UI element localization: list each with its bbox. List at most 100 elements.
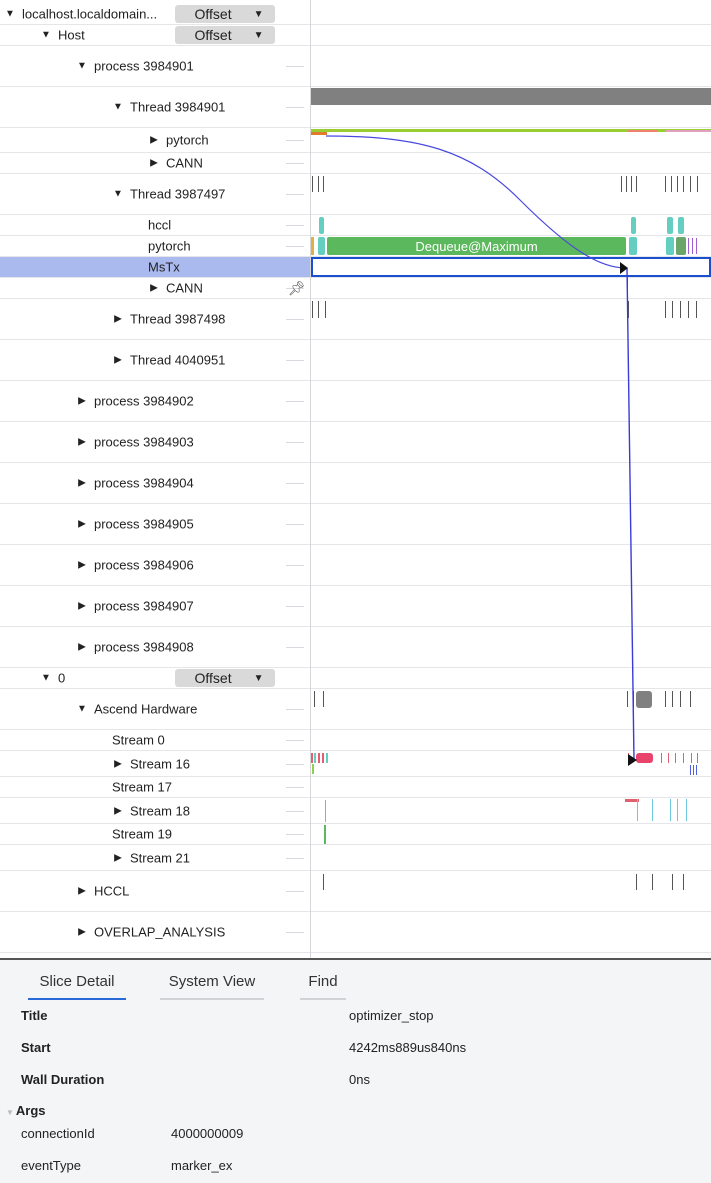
track-row[interactable]: ▶ OVERLAP_ANALYSIS: [0, 912, 711, 953]
offset-dropdown[interactable]: Offset ▼: [175, 669, 275, 687]
event-tick[interactable]: [677, 799, 678, 821]
event-tick[interactable]: [323, 176, 324, 192]
triangle-right-icon[interactable]: ▶: [76, 478, 88, 489]
track-lane[interactable]: Dequeue@Maximum: [311, 236, 711, 256]
hardware-slice[interactable]: [636, 691, 652, 708]
event-tick[interactable]: [318, 301, 319, 318]
tab-find[interactable]: Find: [300, 968, 346, 1000]
track-row[interactable]: ▶ Stream 16: [0, 751, 711, 777]
panel-divider[interactable]: [310, 0, 311, 958]
args-heading[interactable]: ▼ Args: [6, 1103, 46, 1118]
track-row[interactable]: ▼ Host Offset ▼: [0, 25, 711, 46]
track-row[interactable]: ▶ process 3984902: [0, 381, 711, 422]
track-row[interactable]: ▶ Stream 18: [0, 798, 711, 824]
track-lane[interactable]: [311, 87, 711, 127]
event-tick[interactable]: [637, 799, 638, 821]
triangle-right-icon[interactable]: ▶: [76, 927, 88, 938]
track-row[interactable]: ▶ process 3984904: [0, 463, 711, 504]
hccl-slice[interactable]: [667, 217, 673, 234]
kernel-slice[interactable]: [311, 753, 313, 763]
event-tick[interactable]: [691, 753, 692, 763]
triangle-right-icon[interactable]: ▶: [76, 519, 88, 530]
track-lane[interactable]: [311, 299, 711, 339]
track-label-area[interactable]: ▶ pytorch: [0, 128, 310, 152]
hccl-slice[interactable]: [631, 217, 636, 234]
kernel-slice[interactable]: [318, 753, 320, 763]
track-label-area[interactable]: ▶ CANN: [0, 153, 310, 173]
kernel-slice[interactable]: [636, 753, 653, 763]
triangle-right-icon[interactable]: ▶: [76, 396, 88, 407]
event-tick[interactable]: [672, 691, 673, 707]
track-label-area[interactable]: ▶ process 3984905: [0, 504, 310, 544]
track-label-area[interactable]: ▶ Stream 16: [0, 751, 310, 776]
track-row[interactable]: ▼ process 3984901: [0, 46, 711, 87]
track-label-area[interactable]: ▼ process 3984901: [0, 46, 310, 86]
track-label-area[interactable]: ▼ localhost.localdomain... Offset ▼: [0, 4, 310, 24]
triangle-right-icon[interactable]: ▶: [112, 355, 124, 366]
kernel-slice[interactable]: [326, 753, 328, 763]
triangle-right-icon[interactable]: ▶: [76, 560, 88, 571]
event-tick[interactable]: [627, 278, 628, 299]
event-tick[interactable]: [677, 176, 678, 192]
track-row-selected[interactable]: MsTx: [0, 257, 711, 278]
triangle-right-icon[interactable]: ▶: [76, 601, 88, 612]
event-tick[interactable]: [680, 301, 681, 318]
track-lane[interactable]: [311, 912, 711, 952]
hccl-slice[interactable]: [678, 217, 684, 234]
pytorch-slice[interactable]: [318, 237, 325, 255]
triangle-right-icon[interactable]: ▶: [76, 642, 88, 653]
event-tick[interactable]: [688, 238, 689, 254]
track-row[interactable]: ▶ process 3984906: [0, 545, 711, 586]
track-lane[interactable]: [311, 215, 711, 235]
track-row[interactable]: ▶ process 3984907: [0, 586, 711, 627]
track-row[interactable]: ▶ CANN: [0, 153, 711, 174]
event-tick[interactable]: [668, 753, 669, 763]
track-row[interactable]: ▶ Thread 3987498: [0, 299, 711, 340]
track-row[interactable]: ▼ localhost.localdomain... Offset ▼: [0, 4, 711, 25]
track-label-area[interactable]: ▶ process 3984904: [0, 463, 310, 503]
track-row[interactable]: hccl: [0, 215, 711, 236]
track-lane[interactable]: [311, 668, 711, 688]
event-tick[interactable]: [323, 691, 324, 707]
event-tick[interactable]: [621, 176, 622, 192]
pytorch-slice[interactable]: [666, 237, 674, 255]
event-tick[interactable]: [633, 691, 634, 707]
track-label-area[interactable]: ▼ Ascend Hardware: [0, 689, 310, 729]
event-tick[interactable]: [683, 753, 684, 763]
kernel-slice[interactable]: [314, 753, 316, 763]
track-row[interactable]: ▶ HCCL: [0, 871, 711, 912]
track-label-area[interactable]: ▶ Thread 4040951: [0, 340, 310, 380]
event-tick[interactable]: [672, 301, 673, 318]
triangle-right-icon[interactable]: ▶: [112, 852, 124, 863]
track-lane[interactable]: [311, 278, 711, 299]
triangle-down-icon[interactable]: ▼: [76, 61, 88, 72]
event-tick[interactable]: [665, 691, 666, 707]
track-lane[interactable]: [311, 777, 711, 797]
event-tick[interactable]: [688, 301, 689, 318]
event-tick[interactable]: [671, 176, 672, 192]
track-row[interactable]: ▼ Thread 3987497: [0, 174, 711, 215]
track-lane[interactable]: [311, 845, 711, 870]
event-tick[interactable]: [636, 874, 637, 890]
track-label-area[interactable]: ▼ Thread 3987497: [0, 174, 310, 214]
track-row[interactable]: ▶ CANN: [0, 278, 711, 299]
triangle-right-icon[interactable]: ▶: [76, 437, 88, 448]
event-tick[interactable]: [690, 691, 691, 707]
track-row[interactable]: ▶ pytorch: [0, 128, 711, 153]
track-row[interactable]: ▼ 0 Offset ▼: [0, 668, 711, 689]
event-tick[interactable]: [312, 301, 313, 318]
triangle-down-icon[interactable]: ▼: [40, 30, 52, 41]
event-tick[interactable]: [683, 176, 684, 192]
track-lane[interactable]: [311, 257, 711, 277]
track-lane[interactable]: [311, 689, 711, 729]
event-tick[interactable]: [690, 176, 691, 192]
track-row[interactable]: ▼ Ascend Hardware: [0, 689, 711, 730]
offset-dropdown[interactable]: Offset ▼: [175, 26, 275, 44]
track-label-area[interactable]: ▶ process 3984903: [0, 422, 310, 462]
tab-system-view[interactable]: System View: [160, 968, 264, 1000]
track-lane[interactable]: [311, 504, 711, 544]
track-lane[interactable]: [311, 153, 711, 173]
track-lane[interactable]: [311, 751, 711, 776]
kernel-slice[interactable]: [322, 753, 324, 763]
track-label-area[interactable]: MsTx: [0, 257, 310, 277]
